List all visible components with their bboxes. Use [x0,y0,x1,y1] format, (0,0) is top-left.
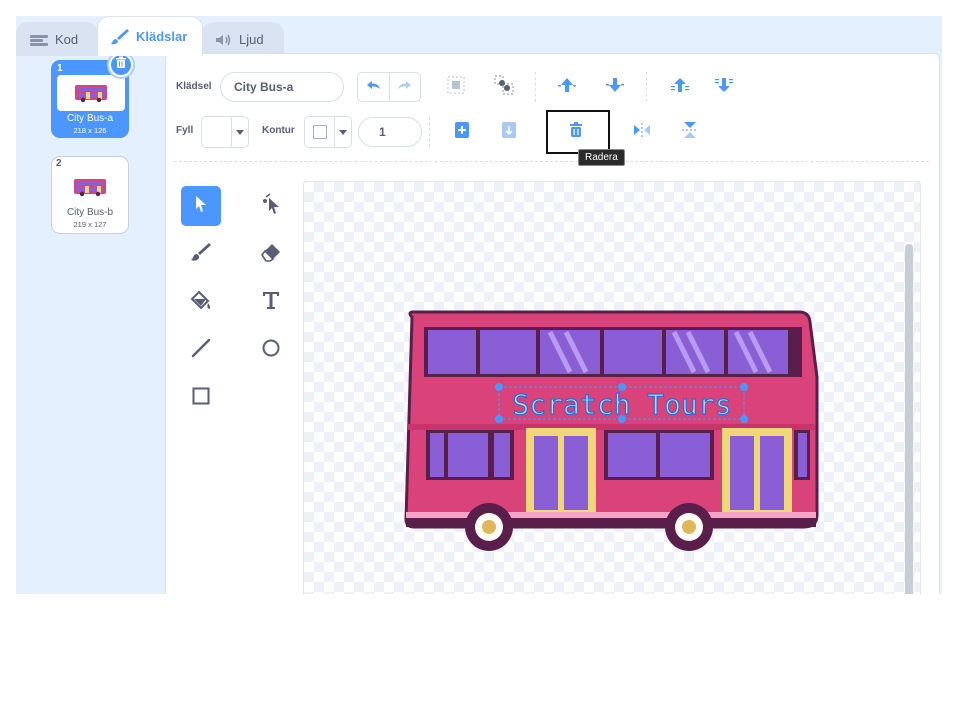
flip-horizontal-button[interactable] [629,119,655,145]
arrow-up-icon [557,76,577,99]
focus-highlight [546,110,610,154]
costume-item-1[interactable]: 1 City Bus-a 218 x 126 [51,53,133,138]
group-button[interactable] [443,74,469,100]
tab-costumes-label: Klädslar [136,29,188,44]
vertical-scrollbar[interactable] [905,244,913,594]
backward-button[interactable] [602,74,628,100]
text-icon [261,290,281,315]
select-tool[interactable] [181,186,221,226]
costume-list: 1 City Bus-a 218 x 126 2 City Bus-b 219 … [16,53,165,594]
paint-editor-app: Kod Klädslar Ljud 1 City Bus-a 218 x 126 [16,16,942,594]
flip-vertical-button[interactable] [677,119,703,145]
trash-icon [115,56,127,74]
back-button[interactable] [711,74,737,100]
costume-name-input[interactable]: City Bus-a [220,72,344,102]
delete-tooltip: Radera [578,149,625,166]
chevron-down-icon [232,117,248,147]
redo-icon [397,78,413,96]
toolbar-divider [535,72,537,102]
arrow-down-icon [605,76,625,99]
brush-icon [190,241,212,268]
costume-name-label: Klädsel [176,81,212,92]
copy-icon [501,121,517,144]
tab-code-label: Kod [55,32,79,47]
drawing-canvas[interactable]: Scratch Tours [303,181,921,594]
toolbar-divider [429,117,431,147]
paint-editor: Klädsel City Bus-a Fyll Kontur 1 Radera … [165,53,940,594]
tab-costumes[interactable]: Klädslar [97,16,203,56]
bus-costume-art: Scratch Tours [404,310,819,551]
fill-label: Fyll [176,125,194,136]
costume-name: City Bus-b [66,207,114,218]
costume-thumbnail [57,75,125,111]
outline-label: Kontur [262,125,295,136]
outline-color-picker[interactable] [304,116,352,148]
costume-size: 219 x 127 [73,220,107,229]
tab-code[interactable]: Kod [16,22,98,56]
costume-name: City Bus-a [66,113,114,124]
redo-button[interactable] [390,73,421,101]
eraser-icon [260,242,282,267]
ungroup-button[interactable] [491,74,517,100]
brush-tool[interactable] [181,234,221,274]
reshape-tool[interactable] [251,186,291,226]
group-icon [446,75,466,100]
circle-icon [261,338,281,363]
paint-bucket-icon [190,289,212,316]
paintbrush-icon [110,28,130,46]
toolbar-divider [646,72,648,102]
flip-vertical-icon [682,121,698,144]
forward-button[interactable] [554,74,580,100]
ungroup-icon [493,74,515,101]
paste-icon [454,121,470,144]
eraser-tool[interactable] [251,234,291,274]
toolbar-separator [174,161,929,162]
speaker-icon [215,33,233,47]
undo-icon [365,78,381,96]
arrow-to-back-icon [714,76,734,99]
fill-swatch [202,117,233,147]
arrow-to-front-icon [670,76,690,99]
code-icon [29,33,49,47]
front-button[interactable] [667,74,693,100]
undo-button[interactable] [358,73,390,101]
flip-horizontal-icon [633,122,651,142]
costume-item-2[interactable]: 2 City Bus-b 219 x 127 [51,156,129,234]
chevron-down-icon [335,117,351,147]
rectangle-icon [191,386,211,411]
reshape-icon [260,192,282,220]
costume-size: 218 x 126 [73,126,107,135]
costume-number: 2 [56,158,62,169]
fill-tool[interactable] [181,282,221,322]
paste-button[interactable] [449,119,475,145]
copy-button[interactable] [496,119,522,145]
text-tool[interactable] [251,282,291,322]
undo-redo-group [357,72,421,102]
tab-bar: Kod Klädslar Ljud [16,16,942,56]
fill-color-picker[interactable] [201,116,249,148]
costume-thumbnail [56,169,124,205]
circle-tool[interactable] [251,330,291,370]
tab-sounds[interactable]: Ljud [202,22,284,56]
costume-number: 1 [57,63,63,74]
rectangle-tool[interactable] [181,378,221,418]
outline-width-input[interactable]: 1 [358,117,422,147]
line-icon [190,337,212,364]
delete-costume-button[interactable] [109,53,133,77]
tab-sounds-label: Ljud [239,32,264,47]
outline-swatch [305,117,336,147]
sign-text: Scratch Tours [512,388,731,421]
arrow-pointer-icon [194,195,208,218]
line-tool[interactable] [181,330,221,370]
